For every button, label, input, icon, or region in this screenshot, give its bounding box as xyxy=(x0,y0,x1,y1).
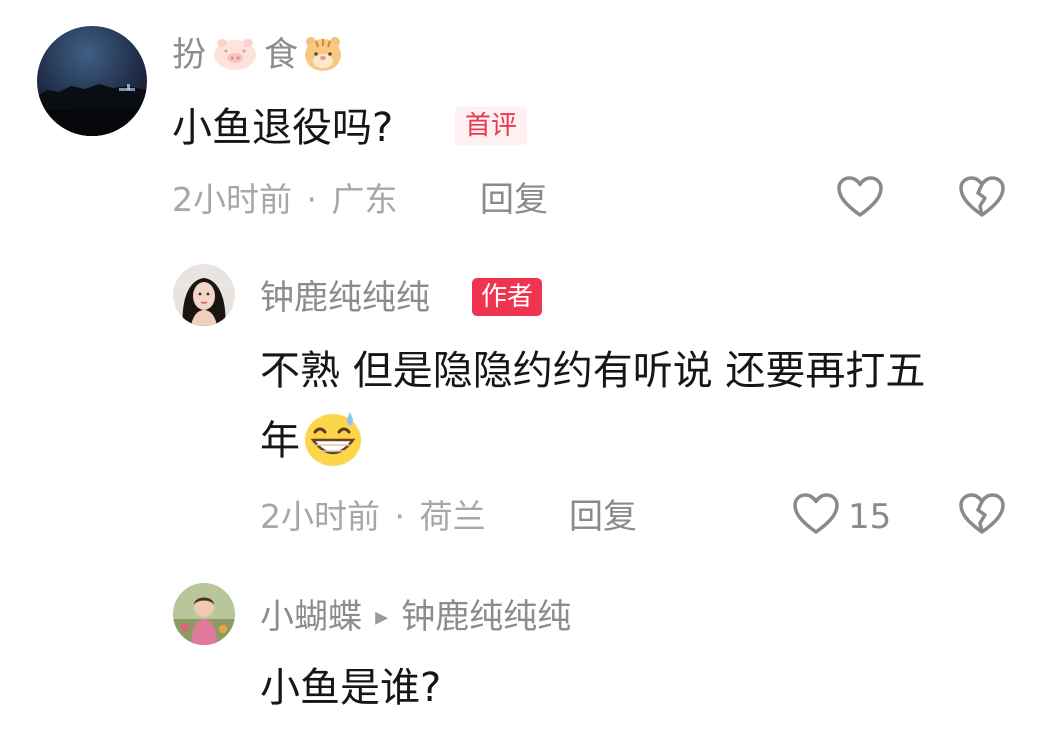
heart-outline-icon[interactable] xyxy=(836,175,884,223)
comment-text-3: 小鱼是谁? xyxy=(260,665,442,711)
avatar-comment-2[interactable] xyxy=(173,264,235,326)
username-part-1: 扮 xyxy=(172,35,206,75)
reply-to-username[interactable]: 钟鹿纯纯纯 xyxy=(401,597,571,637)
broken-heart-icon[interactable] xyxy=(958,492,1006,540)
avatar-comment-1[interactable] xyxy=(37,26,147,136)
reply-button[interactable]: 回复 xyxy=(569,497,637,537)
broken-heart-icon[interactable] xyxy=(958,175,1006,223)
comment-thread: 扮 食 小鱼退役吗? 首评 2小时前 · 广东 回复 钟鹿纯纯纯 作者 不熟 但… xyxy=(0,0,1060,730)
reply-arrow-icon: ▸ xyxy=(375,602,389,632)
username-part-2: 食 xyxy=(264,35,298,75)
grinning-sweat-emoji xyxy=(302,410,364,472)
meta-separator: · xyxy=(394,497,406,536)
username-comment-2[interactable]: 钟鹿纯纯纯 xyxy=(260,278,430,318)
comment-meta-2: 2小时前 · 荷兰 xyxy=(260,497,486,537)
comment-time: 2小时前 xyxy=(172,180,292,219)
tiger-face-icon xyxy=(302,34,344,76)
comment-time: 2小时前 xyxy=(260,497,380,536)
author-badge: 作者 xyxy=(472,278,543,316)
like-count: 15 xyxy=(848,497,892,537)
username-row-comment-3: 小蝴蝶 ▸ 钟鹿纯纯纯 xyxy=(260,597,571,637)
heart-outline-icon[interactable] xyxy=(792,492,840,540)
comment-text-2-line-1: 不熟 但是隐隐约约有听说 还要再打五 xyxy=(260,348,926,394)
comment-location: 广东 xyxy=(331,180,398,219)
username-comment-3[interactable]: 小蝴蝶 xyxy=(260,597,362,637)
reply-button[interactable]: 回复 xyxy=(480,180,548,220)
comment-text-2-line-2: 年 xyxy=(260,418,300,464)
comment-text-1: 小鱼退役吗? xyxy=(172,105,394,151)
comment-location: 荷兰 xyxy=(419,497,486,536)
comment-text-2-line-2-row: 年 xyxy=(260,410,364,470)
comment-meta-1: 2小时前 · 广东 xyxy=(172,180,398,220)
avatar-comment-3[interactable] xyxy=(173,583,235,645)
username-comment-1[interactable]: 扮 食 xyxy=(172,34,344,78)
pig-face-icon xyxy=(212,36,258,76)
meta-separator: · xyxy=(306,180,318,219)
first-comment-badge: 首评 xyxy=(455,107,528,145)
